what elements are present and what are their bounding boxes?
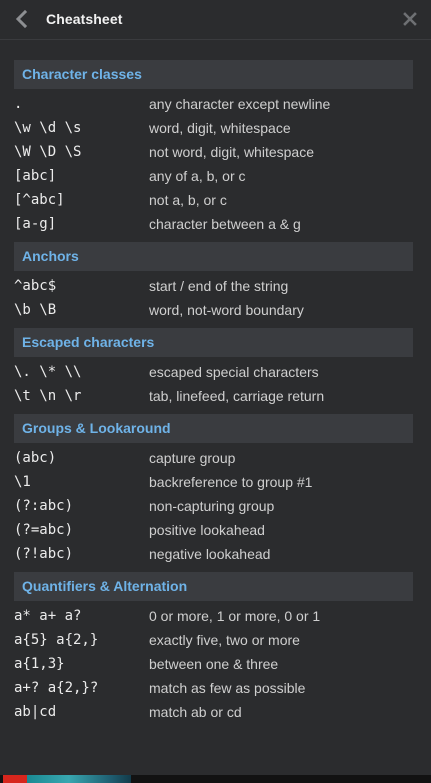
footer-image-strip	[27, 775, 131, 783]
cheatsheet-row[interactable]: \. \* \\ escaped special characters	[14, 360, 413, 384]
footer-strip	[0, 775, 431, 783]
regex-token: .	[14, 96, 23, 112]
cheatsheet-row[interactable]: [abc] any of a, b, or c	[14, 164, 413, 188]
cheatsheet-row[interactable]: a* a+ a? 0 or more, 1 or more, 0 or 1	[14, 604, 413, 628]
section-title: Quantifiers & Alternation	[14, 572, 413, 601]
token-description: any of a, b, or c	[149, 168, 246, 184]
cheatsheet-section: Anchors ^abc$ start / end of the string \b …	[14, 242, 413, 322]
cheatsheet-row[interactable]: . any character except newline	[14, 92, 413, 116]
cheatsheet-section: Character classes. any character except n…	[14, 60, 413, 236]
cheatsheet-row[interactable]: (abc) capture group	[14, 446, 413, 470]
cheatsheet-row[interactable]: (?!abc) negative lookahead	[14, 542, 413, 566]
regex-token: a* a+ a?	[14, 608, 82, 624]
section-title: Escaped characters	[14, 328, 413, 357]
regex-token: \. \* \\	[14, 364, 82, 380]
panel-header: Cheatsheet	[0, 0, 431, 40]
cheatsheet-row[interactable]: [^abc] not a, b, or c	[14, 188, 413, 212]
footer-red-block	[3, 775, 27, 783]
section-title: Character classes	[14, 60, 413, 89]
regex-token: [^abc]	[14, 192, 65, 208]
token-description: not a, b, or c	[149, 192, 227, 208]
cheatsheet-section: Escaped characters \. \* \\ escaped specia…	[14, 328, 413, 408]
cheatsheet-row[interactable]: \b \B word, not-word boundary	[14, 298, 413, 322]
regex-token: \t \n \r	[14, 388, 82, 404]
regex-token: (?=abc)	[14, 522, 74, 538]
token-description: match ab or cd	[149, 704, 242, 720]
regex-token: \W \D \S	[14, 144, 82, 160]
token-description: escaped special characters	[149, 364, 319, 380]
cheatsheet-row[interactable]: a+? a{2,}? match as few as possible	[14, 676, 413, 700]
token-description: non-capturing group	[149, 498, 275, 514]
cheatsheet-row[interactable]: ab|cd match ab or cd	[14, 700, 413, 724]
token-description: word, not-word boundary	[149, 302, 304, 318]
panel-title: Cheatsheet	[46, 11, 123, 27]
cheatsheet-row[interactable]: \w \d \s word, digit, whitespace	[14, 116, 413, 140]
chevron-left-icon[interactable]	[12, 9, 32, 29]
section-title: Groups & Lookaround	[14, 414, 413, 443]
token-description: backreference to group #1	[149, 474, 313, 490]
regex-token: ^abc$	[14, 278, 57, 294]
section-title: Anchors	[14, 242, 413, 271]
token-description: positive lookahead	[149, 522, 265, 538]
token-description: capture group	[149, 450, 236, 466]
cheatsheet-section: Quantifiers & Alternation a* a+ a? 0 or mo…	[14, 572, 413, 724]
token-description: word, digit, whitespace	[149, 120, 291, 136]
cheatsheet-row[interactable]: (?:abc) non-capturing group	[14, 494, 413, 518]
cheatsheet-row[interactable]: a{1,3} between one & three	[14, 652, 413, 676]
token-description: not word, digit, whitespace	[149, 144, 314, 160]
regex-token: (abc)	[14, 450, 57, 466]
cheatsheet-row[interactable]: \1 backreference to group #1	[14, 470, 413, 494]
regex-token: [abc]	[14, 168, 57, 184]
regex-token: ab|cd	[14, 704, 57, 720]
token-description: match as few as possible	[149, 680, 306, 696]
cheatsheet-row[interactable]: [a-g] character between a & g	[14, 212, 413, 236]
regex-token: \w \d \s	[14, 120, 82, 136]
close-icon[interactable]	[401, 10, 419, 28]
regex-token: a{5} a{2,}	[14, 632, 99, 648]
regex-token: [a-g]	[14, 216, 57, 232]
cheatsheet-content: Character classes. any character except n…	[14, 60, 413, 730]
cheatsheet-section: Groups & Lookaround (abc) capture group \1 b…	[14, 414, 413, 566]
regex-token: \1	[14, 474, 31, 490]
token-description: character between a & g	[149, 216, 301, 232]
token-description: between one & three	[149, 656, 279, 672]
cheatsheet-row[interactable]: (?=abc) positive lookahead	[14, 518, 413, 542]
cheatsheet-row[interactable]: a{5} a{2,} exactly five, two or more	[14, 628, 413, 652]
token-description: 0 or more, 1 or more, 0 or 1	[149, 608, 321, 624]
regex-token: (?!abc)	[14, 546, 74, 562]
regex-token: \b \B	[14, 302, 57, 318]
token-description: any character except newline	[149, 96, 331, 112]
token-description: tab, linefeed, carriage return	[149, 388, 325, 404]
regex-token: a+? a{2,}?	[14, 680, 99, 696]
cheatsheet-row[interactable]: \W \D \S not word, digit, whitespace	[14, 140, 413, 164]
token-description: start / end of the string	[149, 278, 289, 294]
token-description: exactly five, two or more	[149, 632, 300, 648]
token-description: negative lookahead	[149, 546, 271, 562]
cheatsheet-row[interactable]: \t \n \r tab, linefeed, carriage return	[14, 384, 413, 408]
cheatsheet-row[interactable]: ^abc$ start / end of the string	[14, 274, 413, 298]
regex-token: a{1,3}	[14, 656, 65, 672]
regex-token: (?:abc)	[14, 498, 74, 514]
